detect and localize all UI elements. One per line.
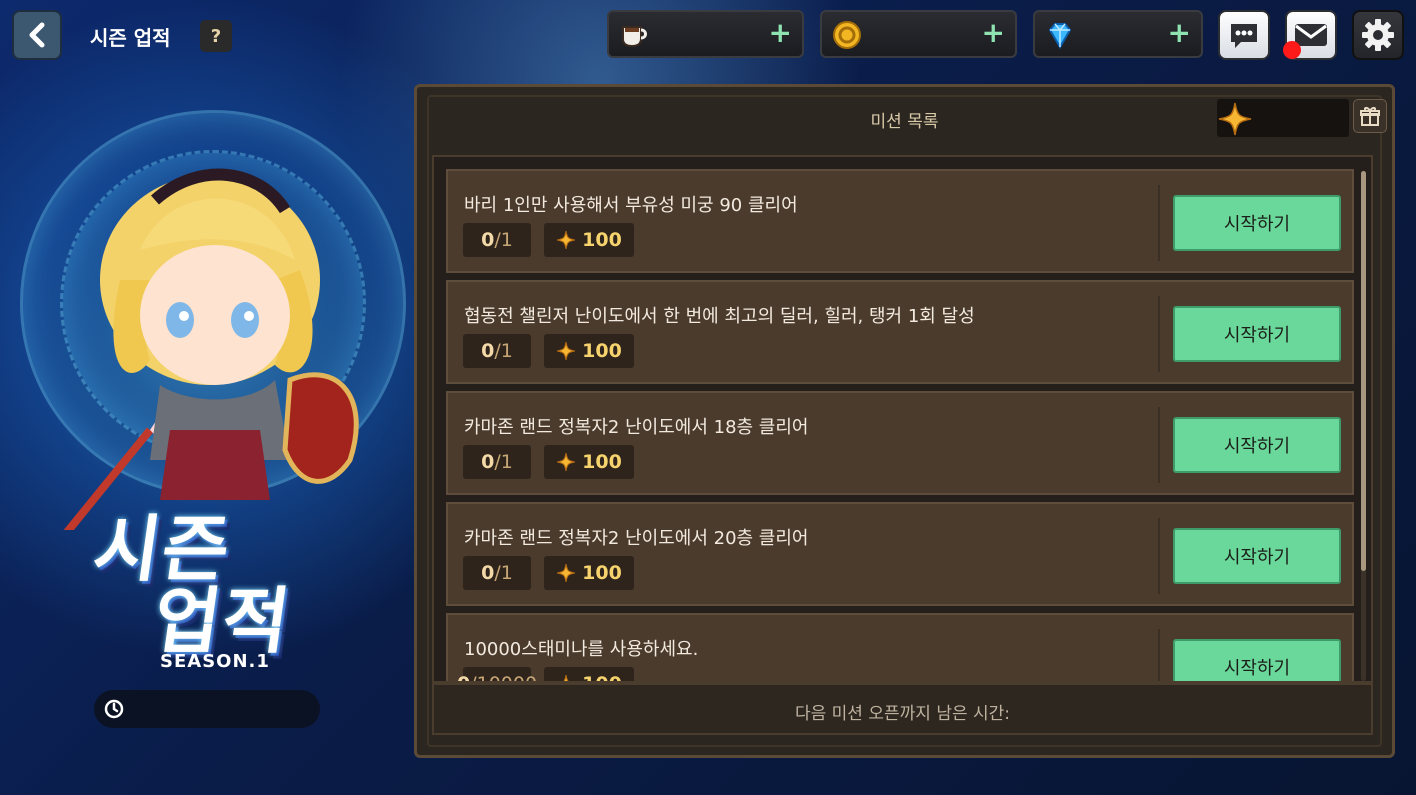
reward-badge: 100 [544,667,634,681]
mission-title: 바리 1인만 사용해서 부유성 미궁 90 클리어 [464,195,798,216]
mission-row: 바리 1인만 사용해서 부유성 미궁 90 클리어 0/1 100 시작하기 [446,169,1354,273]
add-coffee-button[interactable]: + [769,18,792,48]
mission-row: 10000스태미나를 사용하세요. 0/10000 100 시작하기 [446,613,1354,681]
chat-bubble-icon [1231,24,1257,48]
progress-counter: 0/1 [463,223,531,257]
mission-list[interactable]: 바리 1인만 사용해서 부유성 미궁 90 클리어 0/1 100 시작하기 협… [432,155,1373,683]
back-button[interactable] [12,10,62,60]
row-divider [1158,518,1160,594]
hero-character-illustration [63,168,359,530]
page-title: 시즌 업적 [90,26,171,50]
star-icon [556,674,576,681]
progress-goal: /1 [494,229,513,251]
gear-icon [1362,19,1394,51]
reward-badge: 100 [544,445,634,479]
mission-panel: 미션 목록 바리 1인만 사용해서 부유성 미궁 90 클리어 0/1 100 … [414,84,1395,758]
add-gem-button[interactable]: + [1168,18,1191,48]
star-icon [556,341,576,361]
mail-notification-dot [1283,41,1301,59]
start-button[interactable]: 시작하기 [1173,639,1341,681]
reward-badge: 100 [544,556,634,590]
gift-icon [1360,107,1380,126]
row-divider [1158,296,1160,372]
progress-counter: 0/1 [463,556,531,590]
season-label: SEASON.1 [160,651,270,672]
settings-button[interactable] [1352,10,1404,60]
star-icon [556,230,576,250]
mission-row: 카마존 랜드 정복자2 난이도에서 20층 클리어 0/1 100 시작하기 [446,502,1354,606]
start-button[interactable]: 시작하기 [1173,528,1341,584]
progress-current: 0 [481,562,495,584]
season-timer [94,690,320,728]
start-button[interactable]: 시작하기 [1173,195,1341,251]
scroll-thumb[interactable] [1361,171,1366,571]
progress-current: 0 [481,451,495,473]
row-divider [1158,185,1160,261]
mission-title: 협동전 챌린저 난이도에서 한 번에 최고의 딜러, 힐러, 탱커 1회 달성 [464,306,975,327]
progress-current: 0 [481,229,495,251]
mission-footer: 다음 미션 오픈까지 남은 시간: [432,683,1373,735]
season-logo: 시즌 업적 [85,490,345,663]
currency-bar-gem: + [1033,10,1203,58]
reward-amount: 100 [582,451,622,473]
progress-counter: 0/1 [463,334,531,368]
coffee-cup-icon [619,20,649,50]
mission-row: 협동전 챌린저 난이도에서 한 번에 최고의 딜러, 힐러, 탱커 1회 달성 … [446,280,1354,384]
next-mission-timer-label: 다음 미션 오픈까지 남은 시간: [794,704,1011,724]
progress-goal: /10000 [470,673,537,681]
progress-current: 0 [457,673,470,681]
progress-counter: 0/10000 [457,667,537,681]
help-button[interactable]: ? [200,20,232,52]
star-icon [556,452,576,472]
star-points-display [1217,99,1349,137]
add-gold-button[interactable]: + [982,18,1005,48]
progress-current: 0 [481,340,495,362]
start-button[interactable]: 시작하기 [1173,306,1341,362]
scrollbar[interactable] [1361,171,1366,681]
mission-row: 카마존 랜드 정복자2 난이도에서 18층 클리어 0/1 100 시작하기 [446,391,1354,495]
start-button[interactable]: 시작하기 [1173,417,1341,473]
progress-counter: 0/1 [463,445,531,479]
mission-title: 카마존 랜드 정복자2 난이도에서 20층 클리어 [464,528,809,549]
mission-title: 카마존 랜드 정복자2 난이도에서 18층 클리어 [464,417,809,438]
currency-bar-coffee: + [607,10,804,58]
reward-amount: 100 [582,673,622,681]
clock-icon [104,699,124,719]
row-divider [1158,629,1160,681]
progress-goal: /1 [494,451,513,473]
gold-coin-icon [832,20,862,50]
reward-amount: 100 [582,229,622,251]
chevron-left-icon [29,22,45,48]
star-icon [556,563,576,583]
currency-bar-gold: + [820,10,1017,58]
blue-gem-icon [1045,20,1075,50]
reward-badge: 100 [544,334,634,368]
gift-button[interactable] [1353,99,1387,133]
progress-goal: /1 [494,562,513,584]
reward-amount: 100 [582,340,622,362]
star-icon [1218,102,1252,136]
reward-badge: 100 [544,223,634,257]
mission-title: 10000스태미나를 사용하세요. [464,639,699,660]
row-divider [1158,407,1160,483]
reward-amount: 100 [582,562,622,584]
progress-goal: /1 [494,340,513,362]
chat-button[interactable] [1218,10,1270,60]
